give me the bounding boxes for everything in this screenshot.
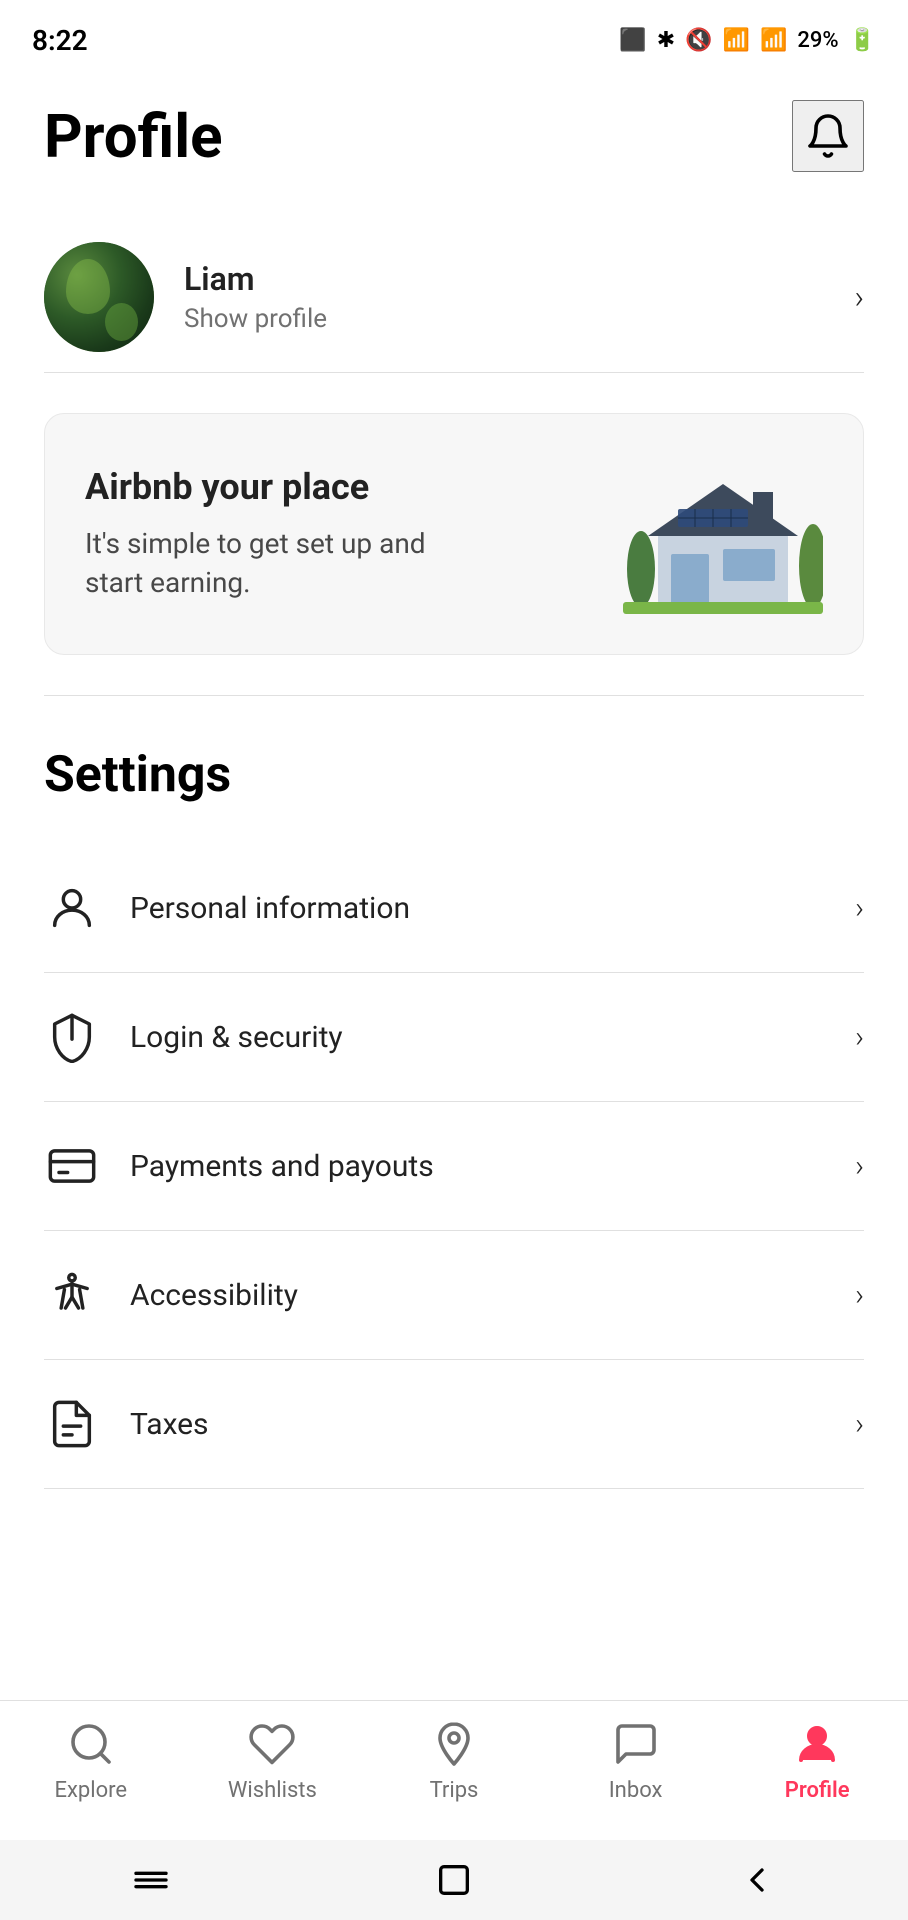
signal-icon: 📶 [760,28,787,53]
page-title: Profile [44,101,222,172]
bluetooth-icon: ✱ [657,28,675,53]
trips-icon [430,1720,478,1768]
notifications-button[interactable] [792,100,864,172]
settings-item-accessibility[interactable]: Accessibility › [44,1231,864,1360]
inbox-icon [612,1720,660,1768]
back-button[interactable] [727,1860,787,1900]
show-profile-label: Show profile [184,304,327,334]
menu-button[interactable] [121,1860,181,1900]
system-bar [0,1840,908,1920]
mute-icon: 🔇 [685,28,712,53]
explore-icon [67,1720,115,1768]
settings-title: Settings [44,746,864,804]
payment-icon [44,1138,100,1194]
shield-icon [44,1009,100,1065]
profile-nav-icon [793,1720,841,1768]
home-button[interactable] [424,1860,484,1900]
nav-inbox[interactable]: Inbox [576,1718,696,1803]
accessibility-chevron: › [855,1278,864,1313]
accessibility-icon [44,1267,100,1323]
accessibility-label: Accessibility [130,1278,298,1313]
settings-item-payments-payouts[interactable]: Payments and payouts › [44,1102,864,1231]
payments-chevron: › [855,1149,864,1184]
nav-profile[interactable]: Profile [757,1718,877,1803]
wifi-icon: 📶 [723,28,750,53]
taxes-chevron: › [855,1407,864,1442]
battery-icon: 🔋 [849,28,876,53]
status-icons: ⬛ ✱ 🔇 📶 📶 29% 🔋 [619,28,876,53]
wishlists-icon [248,1720,296,1768]
airbnb-banner[interactable]: Airbnb your place It's simple to get set… [44,413,864,655]
document-icon [44,1396,100,1452]
profile-chevron-icon: › [854,278,864,316]
login-security-label: Login & security [130,1020,343,1055]
explore-label: Explore [55,1778,128,1803]
nav-explore[interactable]: Explore [31,1718,151,1803]
personal-information-label: Personal information [130,891,410,926]
battery-level: 29% [797,28,838,53]
user-profile-row[interactable]: Liam Show profile › [44,222,864,373]
inbox-label: Inbox [609,1778,663,1803]
page-header: Profile [44,100,864,172]
status-bar: 8:22 ⬛ ✱ 🔇 📶 📶 29% 🔋 [0,0,908,70]
bell-icon [804,112,852,160]
wishlists-label: Wishlists [228,1778,317,1803]
bottom-nav: Explore Wishlists Trips Inbox [0,1700,908,1840]
house-illustration [623,454,823,614]
personal-information-chevron: › [855,891,864,926]
nav-trips[interactable]: Trips [394,1718,514,1803]
settings-item-login-security[interactable]: Login & security › [44,973,864,1102]
divider [44,695,864,696]
banner-subtitle: It's simple to get set up andstart earni… [85,524,623,602]
trips-label: Trips [430,1778,479,1803]
settings-list: Personal information › Login & security … [44,844,864,1489]
user-name: Liam [184,260,327,298]
person-icon [44,880,100,936]
settings-item-personal-information[interactable]: Personal information › [44,844,864,973]
profile-nav-label: Profile [785,1778,850,1803]
payments-payouts-label: Payments and payouts [130,1149,434,1184]
settings-item-taxes[interactable]: Taxes › [44,1360,864,1489]
camera-icon: ⬛ [619,28,646,53]
status-time: 8:22 [32,24,88,57]
banner-title: Airbnb your place [85,466,623,508]
login-security-chevron: › [855,1020,864,1055]
taxes-label: Taxes [130,1407,209,1442]
main-content: Profile Liam Show profile › Airbnb your … [0,70,908,1489]
nav-wishlists[interactable]: Wishlists [212,1718,332,1803]
avatar [44,242,154,352]
